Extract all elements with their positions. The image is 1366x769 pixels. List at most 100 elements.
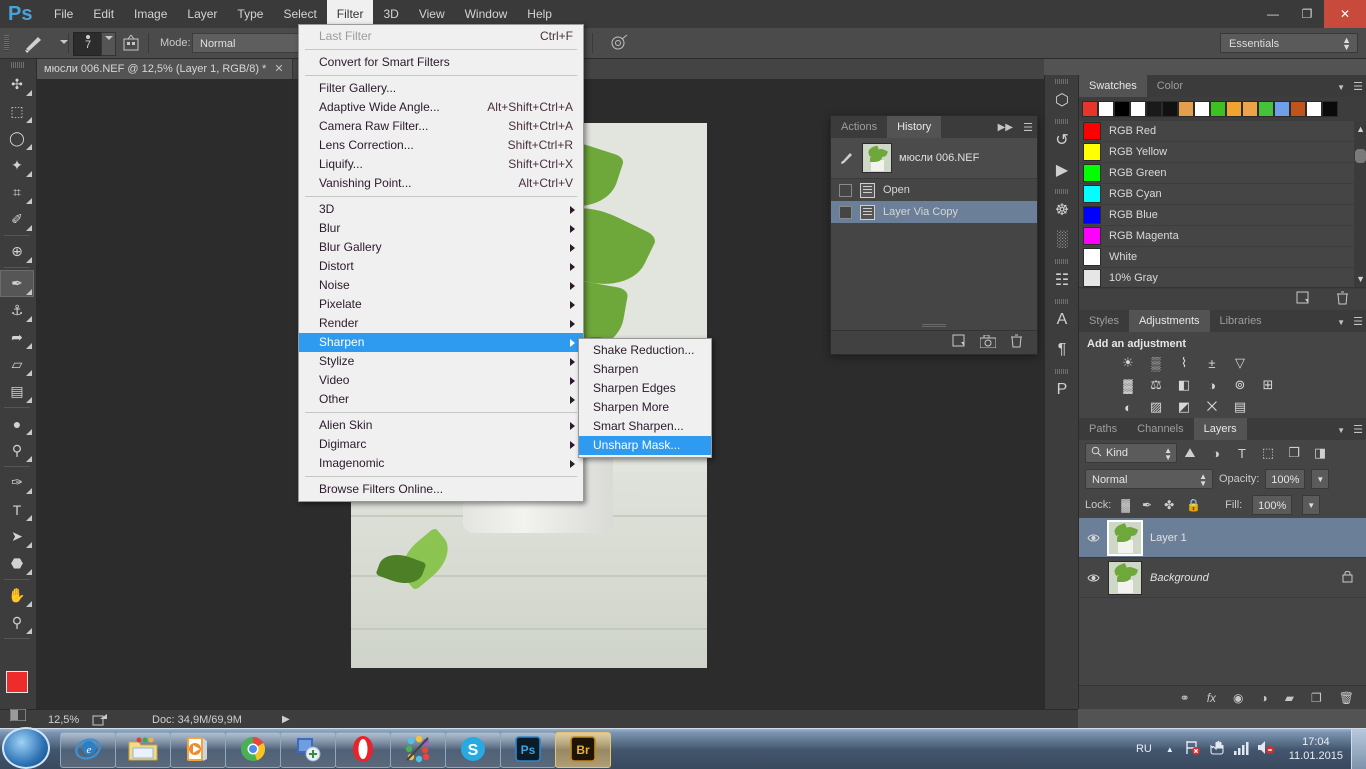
filter-menu-item-last-filter[interactable]: Last Filter Ctrl+F xyxy=(299,27,583,46)
sharpen-menu-item-sharpen-edges[interactable]: Sharpen Edges xyxy=(579,379,711,398)
tab-swatches[interactable]: Swatches xyxy=(1079,75,1147,97)
tab-paths[interactable]: Paths xyxy=(1079,418,1127,440)
quick-mask-icon[interactable] xyxy=(9,708,27,722)
recent-swatch[interactable] xyxy=(1082,101,1098,117)
menu-edit[interactable]: Edit xyxy=(83,0,124,28)
history-state-row[interactable]: Layer Via Copy xyxy=(831,201,1037,223)
swatches-panel-menu-icon[interactable]: ☰ xyxy=(1353,80,1363,93)
paragraph-panel-icon[interactable]: ¶ xyxy=(1045,335,1079,365)
layer-styles-icon[interactable]: fx xyxy=(1207,691,1216,705)
recent-swatch[interactable] xyxy=(1274,101,1290,117)
history-brush-toggle[interactable] xyxy=(839,205,852,219)
swatch-item[interactable]: RGB Yellow xyxy=(1079,142,1366,163)
brush-size-stepper[interactable] xyxy=(101,32,116,56)
history-brush-tool[interactable]: ➦ xyxy=(0,324,34,351)
dodge-tool[interactable]: ⚲ xyxy=(0,437,34,464)
play-actions-icon[interactable]: ▶ xyxy=(1045,155,1079,185)
tab-color[interactable]: Color xyxy=(1147,75,1193,97)
eraser-tool[interactable]: ▱ xyxy=(0,351,34,378)
menu-type[interactable]: Type xyxy=(227,0,273,28)
recent-swatch[interactable] xyxy=(1098,101,1114,117)
brush-preset-picker[interactable] xyxy=(22,32,58,54)
new-swatch-icon[interactable] xyxy=(1296,291,1310,308)
invert-icon[interactable]: ◐ xyxy=(1119,399,1137,415)
brush-preset-chevron-icon[interactable] xyxy=(60,40,68,44)
tab-channels[interactable]: Channels xyxy=(1127,418,1193,440)
layer-visibility-eye-icon[interactable] xyxy=(1087,531,1100,544)
scroll-up-icon[interactable]: ▲ xyxy=(1356,124,1365,134)
spot-healing-brush-tool[interactable]: ⊕ xyxy=(0,238,34,265)
lock-transparent-pixels-icon[interactable]: ▓ xyxy=(1121,498,1130,512)
history-collapse-icon[interactable]: ▶▶ xyxy=(998,122,1013,133)
history-resize-grip[interactable] xyxy=(922,324,946,328)
lock-image-pixels-icon[interactable]: ✒ xyxy=(1142,498,1152,512)
filter-menu-item-3d[interactable]: 3D xyxy=(299,200,583,219)
layer-row[interactable]: Background xyxy=(1079,558,1366,598)
recent-swatch[interactable] xyxy=(1306,101,1322,117)
recent-swatch[interactable] xyxy=(1258,101,1274,117)
taskbar-skype[interactable]: S xyxy=(445,732,501,768)
clock[interactable]: 17:04 11.01.2015 xyxy=(1281,735,1351,763)
lock-all-icon[interactable]: 🔒 xyxy=(1186,498,1201,512)
fill-chevron-icon[interactable]: ▼ xyxy=(1302,495,1321,515)
path-selection-tool[interactable]: ➤ xyxy=(0,523,34,550)
symmetry-icon[interactable] xyxy=(608,34,628,55)
tab-history[interactable]: History xyxy=(887,116,942,138)
swatches-scrollbar[interactable]: ▲ ▼ xyxy=(1354,121,1366,287)
tab-layers[interactable]: Layers xyxy=(1193,418,1247,440)
history-brush-source-icon[interactable] xyxy=(839,149,855,168)
filter-menu-item-liquify[interactable]: Liquify... Shift+Ctrl+X xyxy=(299,155,583,174)
tab-adjustments[interactable]: Adjustments xyxy=(1128,310,1210,332)
color-lookup-icon[interactable]: ⊞ xyxy=(1259,377,1277,393)
swatch-item[interactable]: RGB Blue xyxy=(1079,205,1366,226)
menu-image[interactable]: Image xyxy=(124,0,177,28)
eyedropper-tool[interactable]: ✐ xyxy=(0,206,34,233)
filter-menu[interactable]: Last Filter Ctrl+F Convert for Smart Filte… xyxy=(298,24,584,502)
character-panel-icon[interactable]: A xyxy=(1045,305,1079,335)
recent-swatches-strip[interactable] xyxy=(1079,97,1366,121)
taskbar-google-chrome[interactable] xyxy=(225,732,281,768)
swatch-item[interactable]: RGB Cyan xyxy=(1079,184,1366,205)
3d-panel-icon[interactable]: ⬡ xyxy=(1045,85,1079,115)
rectangular-marquee-tool[interactable]: ⬚ xyxy=(0,98,34,125)
layer-blend-mode-select[interactable]: Normal ▲ ▼ xyxy=(1085,469,1213,489)
filter-menu-item-video[interactable]: Video xyxy=(299,371,583,390)
move-tool[interactable]: ✣ xyxy=(0,71,34,98)
delete-layer-icon[interactable]: 🗑 xyxy=(1339,691,1354,705)
filter-menu-item-vanishing-point[interactable]: Vanishing Point... Alt+Ctrl+V xyxy=(299,174,583,193)
sharpen-menu-item-unsharp-mask[interactable]: Unsharp Mask... xyxy=(579,436,711,455)
blur-tool[interactable]: ● xyxy=(0,410,34,437)
filter-menu-item-stylize[interactable]: Stylize xyxy=(299,352,583,371)
opacity-chevron-icon[interactable]: ▼ xyxy=(1311,469,1330,489)
action-center-icon[interactable] xyxy=(1205,740,1229,758)
filter-type-layers-icon[interactable]: T xyxy=(1229,443,1255,463)
new-group-icon[interactable]: ▰ xyxy=(1285,691,1294,705)
document-tab[interactable]: мюсли 006.NEF @ 12,5% (Layer 1, RGB/8) *… xyxy=(36,59,293,79)
clone-source-panel-icon[interactable]: ☷ xyxy=(1045,265,1079,295)
filter-menu-item-pixelate[interactable]: Pixelate xyxy=(299,295,583,314)
histogram-panel-icon[interactable]: ░ xyxy=(1045,225,1079,255)
exposure-icon[interactable]: ± xyxy=(1203,355,1221,371)
filter-menu-item-distort[interactable]: Distort xyxy=(299,257,583,276)
foreground-color-swatch[interactable] xyxy=(6,671,28,693)
horizontal-type-tool[interactable]: T xyxy=(0,496,34,523)
swatch-item[interactable]: RGB Magenta xyxy=(1079,226,1366,247)
swatch-item[interactable]: White xyxy=(1079,247,1366,268)
filter-menu-item-convert-for-smart-filters[interactable]: Convert for Smart Filters xyxy=(299,53,583,72)
filter-menu-item-lens-correction[interactable]: Lens Correction... Shift+Ctrl+R xyxy=(299,136,583,155)
filter-menu-item-digimarc[interactable]: Digimarc xyxy=(299,435,583,454)
recent-swatch[interactable] xyxy=(1194,101,1210,117)
recent-swatch[interactable] xyxy=(1226,101,1242,117)
taskbar-internet-explorer[interactable]: e xyxy=(60,732,116,768)
properties-panel-icon[interactable]: P xyxy=(1045,375,1079,405)
swatch-item[interactable]: RGB Green xyxy=(1079,163,1366,184)
sharpen-menu-item-smart-sharpen[interactable]: Smart Sharpen... xyxy=(579,417,711,436)
gradient-map-icon[interactable]: ▤ xyxy=(1231,399,1249,415)
options-bar-grip[interactable] xyxy=(4,35,9,51)
clone-stamp-tool[interactable]: ⚓ xyxy=(0,297,34,324)
filter-menu-item-blur[interactable]: Blur xyxy=(299,219,583,238)
curves-icon[interactable]: ⌇ xyxy=(1175,355,1193,371)
new-layer-icon[interactable]: ❐ xyxy=(1311,691,1322,705)
airbrush-panel-icon[interactable] xyxy=(122,34,140,55)
history-snapshot[interactable]: мюсли 006.NEF xyxy=(831,138,1037,179)
